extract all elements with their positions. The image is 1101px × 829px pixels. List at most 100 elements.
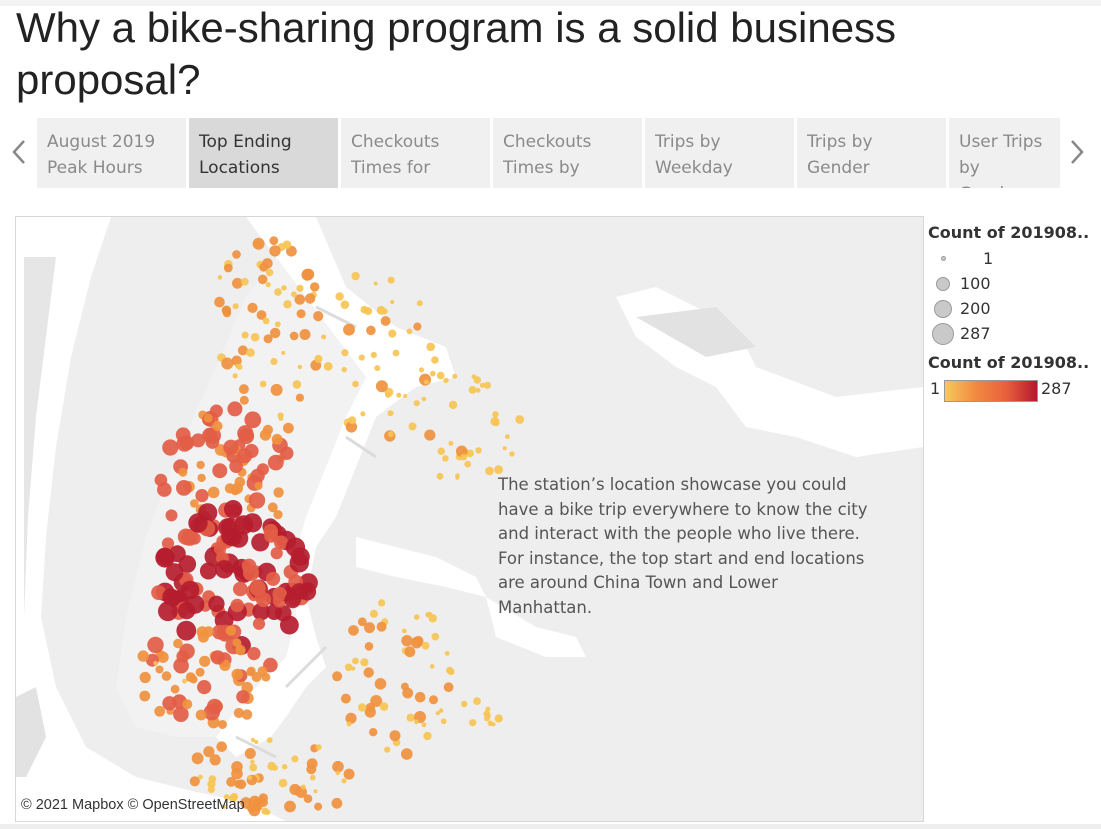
station-dot (249, 579, 266, 597)
station-dot (270, 547, 283, 560)
station-dot (387, 410, 394, 417)
station-dot (485, 466, 494, 476)
station-dot (436, 472, 444, 480)
station-dot (387, 431, 394, 438)
station-dot (358, 354, 365, 361)
tab-trips-by-gender[interactable]: Trips by Gender (797, 118, 946, 188)
station-dot (270, 357, 278, 366)
chevron-left-icon (12, 140, 25, 164)
station-dot (273, 510, 283, 520)
station-dot (232, 373, 238, 379)
station-dot (430, 370, 436, 377)
map-attribution[interactable]: © 2021 Mapbox © OpenStreetMap (21, 797, 245, 813)
chevron-right-icon (1071, 140, 1084, 164)
station-dot (389, 730, 401, 742)
station-dot (396, 392, 402, 398)
tab-user-trips-by-gender[interactable]: User Trips by Gender (949, 118, 1060, 188)
station-dot (282, 240, 292, 249)
station-dot (423, 731, 432, 741)
station-dot (335, 770, 340, 776)
station-dot (313, 311, 324, 322)
tabs-prev-button[interactable] (4, 132, 34, 172)
bottom-scrollbar (0, 824, 1101, 829)
station-dot (250, 737, 256, 743)
tabs-next-button[interactable] (1062, 132, 1092, 172)
station-dot (191, 752, 204, 765)
station-dot (157, 651, 169, 663)
station-dot (473, 376, 481, 384)
station-dot (408, 422, 417, 431)
station-dot (280, 615, 299, 635)
station-dot (404, 646, 416, 658)
station-dot (392, 349, 400, 357)
station-dot (161, 671, 172, 681)
station-dot (310, 774, 316, 781)
tab-checkouts-times-by[interactable]: Checkouts Times by (493, 118, 642, 188)
station-dot (231, 668, 244, 681)
station-dot (509, 451, 515, 457)
station-dot (410, 636, 423, 649)
station-dot (165, 509, 178, 522)
station-dot (310, 282, 320, 292)
station-dot (429, 664, 435, 669)
station-dot (285, 537, 306, 557)
station-dot (303, 794, 313, 803)
station-dot (295, 393, 304, 402)
station-dot (374, 365, 381, 372)
station-dot (215, 560, 234, 579)
station-dot (421, 396, 427, 402)
station-dot (366, 325, 376, 336)
station-dot (212, 463, 228, 479)
size-circle-icon (936, 277, 950, 291)
station-dot (230, 485, 240, 496)
station-dot (490, 416, 500, 426)
station-dot (224, 500, 243, 519)
station-dot (376, 621, 387, 632)
station-dot (162, 588, 180, 606)
station-dot (421, 722, 427, 728)
station-dot (263, 523, 278, 539)
station-dot (341, 366, 347, 373)
tab-checkouts-times-for[interactable]: Checkouts Times for (341, 118, 490, 188)
station-dot (492, 411, 499, 418)
station-dot (296, 284, 304, 292)
station-dot (207, 486, 220, 499)
station-dot (364, 642, 374, 651)
tab-peak-hours[interactable]: August 2019 Peak Hours (37, 118, 186, 188)
station-dot (240, 277, 249, 286)
station-dot (180, 580, 200, 600)
station-dot (378, 599, 386, 607)
station-dot (213, 542, 227, 555)
tab-trips-by-weekday[interactable]: Trips by Weekday (645, 118, 794, 188)
station-map[interactable]: The station’s location showcase you coul… (15, 216, 924, 822)
station-dot (155, 665, 164, 674)
station-dot (225, 625, 236, 636)
station-dot (431, 356, 439, 364)
tab-top-ending-locations[interactable]: Top Ending Locations (189, 118, 338, 188)
station-dot (254, 481, 263, 490)
station-dot (461, 700, 468, 708)
station-dot (273, 487, 284, 498)
station-dot (400, 682, 409, 691)
story-tabs: August 2019 Peak Hours Top Ending Locati… (37, 118, 1060, 188)
station-dot (232, 277, 243, 289)
station-dot (369, 609, 378, 618)
station-dot (267, 454, 284, 471)
station-dot (221, 357, 234, 370)
station-dot (475, 447, 482, 454)
station-dot (230, 598, 244, 613)
station-dot (203, 704, 220, 721)
station-dot (248, 492, 266, 509)
station-dot (259, 380, 267, 388)
station-dot (210, 650, 225, 665)
legend: Count of 201908.. 1 100 200 287 Count of… (928, 220, 1098, 406)
station-dot (380, 316, 391, 326)
color-ramp-max: 287 (1041, 379, 1072, 398)
station-dot (373, 281, 378, 286)
station-dot (234, 779, 243, 789)
station-dot (231, 761, 243, 773)
station-dot (323, 362, 333, 371)
station-dot (270, 383, 283, 396)
station-dot (274, 321, 281, 328)
station-dot (262, 317, 270, 325)
